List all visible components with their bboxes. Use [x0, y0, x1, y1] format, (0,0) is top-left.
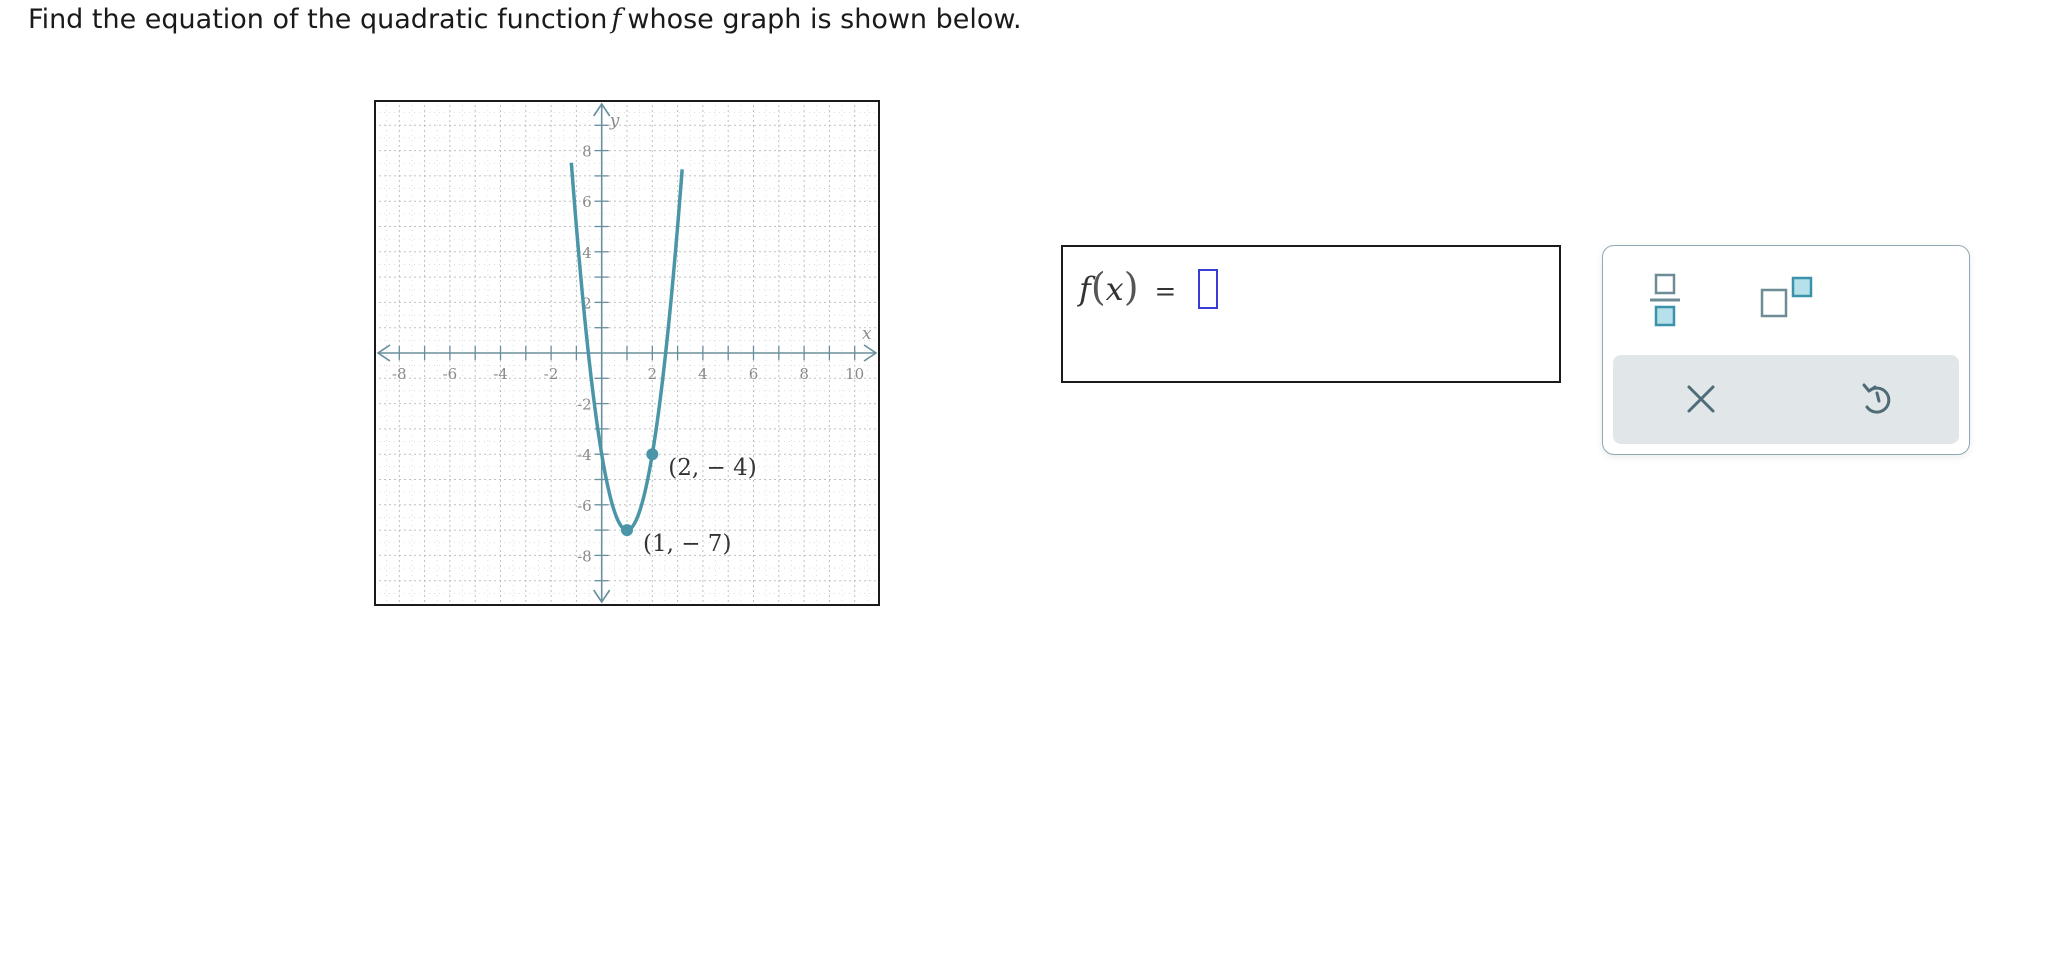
graph-svg: -8 -6 -4 -2 2 4 6 8 108642-2-4-6-8xy (2, − 4)(1,…	[374, 100, 880, 606]
y-tick-label: -8	[577, 547, 592, 565]
answer-input[interactable]: f(x) =	[1061, 245, 1561, 383]
answer-close-paren: )	[1123, 265, 1139, 309]
y-tick-label: -6	[577, 497, 592, 515]
x-tick-label: 10	[845, 365, 864, 383]
answer-label: f(x) =	[1079, 265, 1190, 309]
fraction-icon	[1650, 273, 1680, 327]
answer-equals: =	[1154, 277, 1177, 307]
undo-icon	[1862, 383, 1891, 414]
point-marker	[646, 448, 659, 461]
question-after: whose graph is shown below.	[627, 4, 1022, 35]
answer-variable: x	[1105, 270, 1124, 308]
answer-function-name: f	[1079, 270, 1091, 308]
x-tick-label: 6	[749, 365, 759, 383]
x-tick-label: 4	[698, 365, 708, 383]
y-tick-label: 8	[582, 143, 592, 161]
graph: -8 -6 -4 -2 2 4 6 8 10 8 6 4 2 -2 -4 -6 -8 x y (2, − 4) (1,…	[374, 100, 880, 606]
exponent-icon	[1760, 276, 1813, 318]
x-tick-label: -2	[544, 365, 559, 383]
answer-cursor-slot[interactable]	[1198, 269, 1218, 309]
point-marker	[621, 524, 633, 537]
fraction-button[interactable]	[1647, 272, 1683, 328]
y-axis-label: y	[609, 111, 620, 131]
ticks: -8 -6 -4 -2 2 4 6 8 108642-2-4-6-8xy	[392, 111, 872, 582]
question-text: Find the equation of the quadratic funct…	[28, 2, 1022, 38]
x-icon	[1687, 385, 1715, 413]
y-tick-label: -2	[577, 396, 592, 414]
action-bar	[1613, 355, 1959, 444]
question-before: Find the equation of the quadratic funct…	[28, 4, 608, 35]
point-label: (2, − 4)	[668, 455, 756, 481]
x-tick-label: -4	[493, 365, 508, 383]
y-tick-label: 6	[582, 193, 592, 211]
point-label: (1, − 7)	[643, 531, 731, 557]
x-tick-label: 8	[799, 365, 809, 383]
math-toolbar	[1602, 245, 1970, 455]
question-variable: f	[611, 4, 622, 35]
x-axis-label: x	[862, 324, 872, 344]
x-tick-label: -6	[443, 365, 458, 383]
x-tick-label: 2	[648, 365, 658, 383]
y-tick-label: -4	[577, 446, 592, 464]
clear-button[interactable]	[1683, 381, 1719, 417]
exponent-button[interactable]	[1759, 276, 1819, 320]
x-tick-label: -8	[392, 365, 407, 383]
y-tick-label: 4	[582, 244, 592, 262]
answer-open-paren: (	[1090, 265, 1106, 309]
undo-button[interactable]	[1857, 379, 1897, 419]
